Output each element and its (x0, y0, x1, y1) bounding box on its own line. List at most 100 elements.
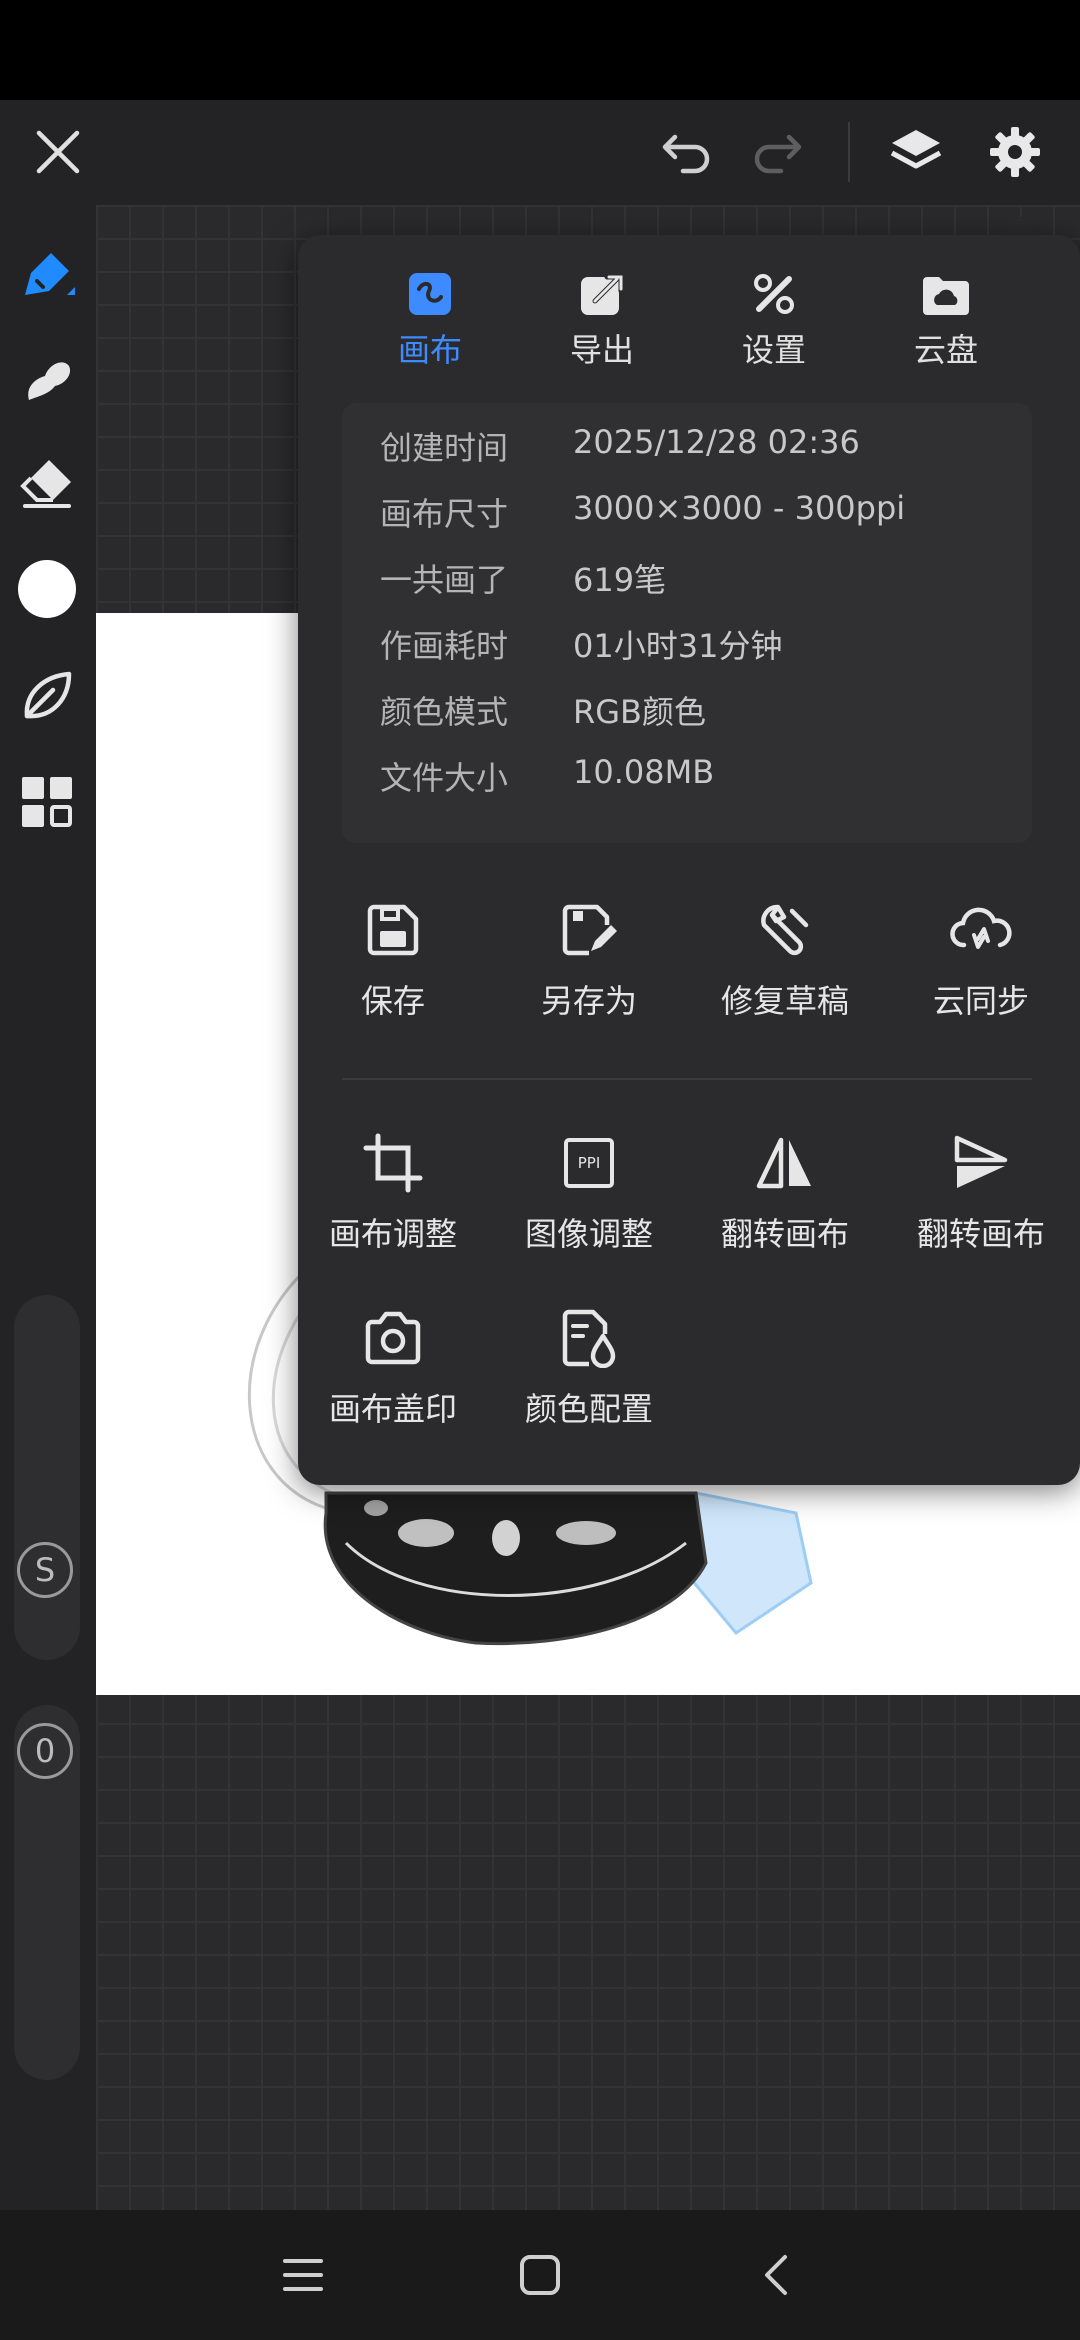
close-button[interactable] (26, 120, 90, 184)
opacity-slider[interactable]: 0 (14, 1705, 80, 2080)
save-icon (367, 904, 419, 956)
opacity-knob[interactable]: 0 (17, 1723, 73, 1779)
tab-canvas[interactable]: 画布 (344, 265, 516, 375)
crop-icon (363, 1133, 423, 1193)
info-key: 作画耗时 (380, 627, 509, 665)
undo-icon (662, 134, 710, 174)
info-value: RGB颜色 (573, 693, 706, 731)
brush-size-knob[interactable]: S (17, 1542, 73, 1598)
info-key: 一共画了 (380, 561, 509, 599)
recent-apps-button[interactable] (273, 2245, 333, 2305)
eraser-icon (20, 460, 71, 508)
top-bar (0, 100, 1080, 205)
panel-caret (1000, 216, 1040, 236)
repair-draft-button[interactable]: 修复草稿 (690, 890, 880, 1030)
info-value: 2025/12/28 02:36 (573, 423, 860, 461)
canvas-adjust-label: 画布调整 (328, 1215, 457, 1253)
smudge-icon (28, 362, 71, 400)
grid-icon (22, 777, 72, 827)
tab-export[interactable]: 导出 (516, 265, 688, 375)
cloud-sync-label: 云同步 (932, 982, 1029, 1020)
ppi-icon-text: PPI (577, 1154, 601, 1172)
canvas-menu-panel: 画布 导出 设置 云盘 创建时间 2025/12/28 02:36 画布尺寸 3… (298, 235, 1080, 1485)
flip-horizontal-icon (756, 1137, 811, 1189)
info-key: 文件大小 (380, 759, 509, 797)
color-config-label: 颜色配置 (524, 1390, 653, 1428)
leaf-brush-icon (24, 671, 72, 719)
image-adjust-label: 图像调整 (524, 1215, 653, 1253)
tools-icon (754, 274, 794, 314)
flip-horizontal-label: 翻转画布 (720, 1215, 849, 1253)
current-color-swatch (18, 560, 76, 618)
color-config-button[interactable]: 颜色配置 (494, 1298, 684, 1438)
layers-button[interactable] (884, 120, 948, 184)
redo-icon (754, 134, 802, 174)
layers-icon (890, 130, 942, 169)
flip-vertical-button[interactable]: 翻转画布 (886, 1123, 1076, 1263)
canvas-adjust-button[interactable]: 画布调整 (298, 1123, 488, 1263)
flip-vertical-icon (954, 1135, 1008, 1188)
canvas-stamp-button[interactable]: 画布盖印 (298, 1298, 488, 1438)
save-label: 保存 (360, 982, 425, 1020)
info-row: 创建时间 2025/12/28 02:36 (380, 413, 1000, 479)
pen-tool-button[interactable] (14, 242, 80, 308)
canvas-info: 创建时间 2025/12/28 02:36 画布尺寸 3000×3000 - 3… (342, 403, 1032, 843)
canvas-tab-icon (409, 273, 451, 315)
flip-horizontal-button[interactable]: 翻转画布 (690, 1123, 880, 1263)
brush-size-slider[interactable]: S (14, 1295, 80, 1660)
save-as-label: 另存为 (540, 982, 637, 1020)
info-value: 01小时31分钟 (573, 627, 783, 665)
save-button[interactable]: 保存 (298, 890, 488, 1030)
tab-export-label: 导出 (569, 331, 634, 369)
info-key: 创建时间 (380, 429, 509, 467)
back-icon (765, 2255, 787, 2295)
info-row: 颜色模式 RGB颜色 (380, 677, 1000, 743)
info-value: 10.08MB (573, 753, 715, 791)
toolbar-divider (848, 122, 850, 182)
back-button[interactable] (746, 2245, 806, 2305)
settings-button[interactable] (983, 120, 1047, 184)
menu-icon (283, 2259, 323, 2291)
tab-settings-label: 设置 (741, 331, 806, 369)
cloud-sync-button[interactable]: 云同步 (886, 890, 1076, 1030)
info-value: 619笔 (573, 561, 667, 599)
color-picker-button[interactable] (14, 556, 80, 622)
export-icon (581, 274, 624, 315)
cloud-folder-icon (923, 277, 969, 315)
wrench-icon (761, 904, 809, 956)
info-row: 画布尺寸 3000×3000 - 300ppi (380, 479, 1000, 545)
panel-tabs: 画布 导出 设置 云盘 (298, 265, 1080, 375)
ppi-icon: PPI (564, 1138, 614, 1188)
smudge-tool-button[interactable] (14, 345, 80, 411)
undo-button[interactable] (655, 120, 719, 184)
camera-icon (365, 1311, 421, 1365)
eraser-tool-button[interactable] (14, 449, 80, 515)
gear-icon (990, 127, 1040, 177)
color-config-icon (562, 1309, 616, 1368)
save-as-button[interactable]: 另存为 (494, 890, 684, 1030)
home-icon (520, 2255, 560, 2295)
leaf-brush-button[interactable] (14, 663, 80, 729)
grid-tool-button[interactable] (14, 769, 80, 835)
tab-canvas-label: 画布 (397, 331, 462, 369)
canvas-stamp-label: 画布盖印 (328, 1390, 457, 1428)
redo-button[interactable] (745, 120, 809, 184)
tab-cloud-drive[interactable]: 云盘 (860, 265, 1032, 375)
cloud-sync-icon (950, 907, 1012, 949)
save-as-icon (562, 904, 617, 956)
close-icon (36, 130, 80, 174)
panel-divider (342, 1078, 1032, 1080)
left-toolbar: S 0 (0, 205, 96, 2210)
tab-settings[interactable]: 设置 (688, 265, 860, 375)
opacity-slider-label: 0 (34, 1732, 56, 1770)
system-nav-bar (0, 2210, 1080, 2340)
image-adjust-button[interactable]: PPI 图像调整 (494, 1123, 684, 1263)
info-value: 3000×3000 - 300ppi (573, 489, 906, 527)
info-row: 作画耗时 01小时31分钟 (380, 611, 1000, 677)
size-slider-label: S (34, 1551, 56, 1589)
pen-tool-icon (25, 253, 75, 295)
status-bar (0, 0, 1080, 100)
home-button[interactable] (510, 2245, 570, 2305)
tab-cloud-drive-label: 云盘 (913, 331, 978, 369)
info-row: 文件大小 10.08MB (380, 743, 1000, 809)
